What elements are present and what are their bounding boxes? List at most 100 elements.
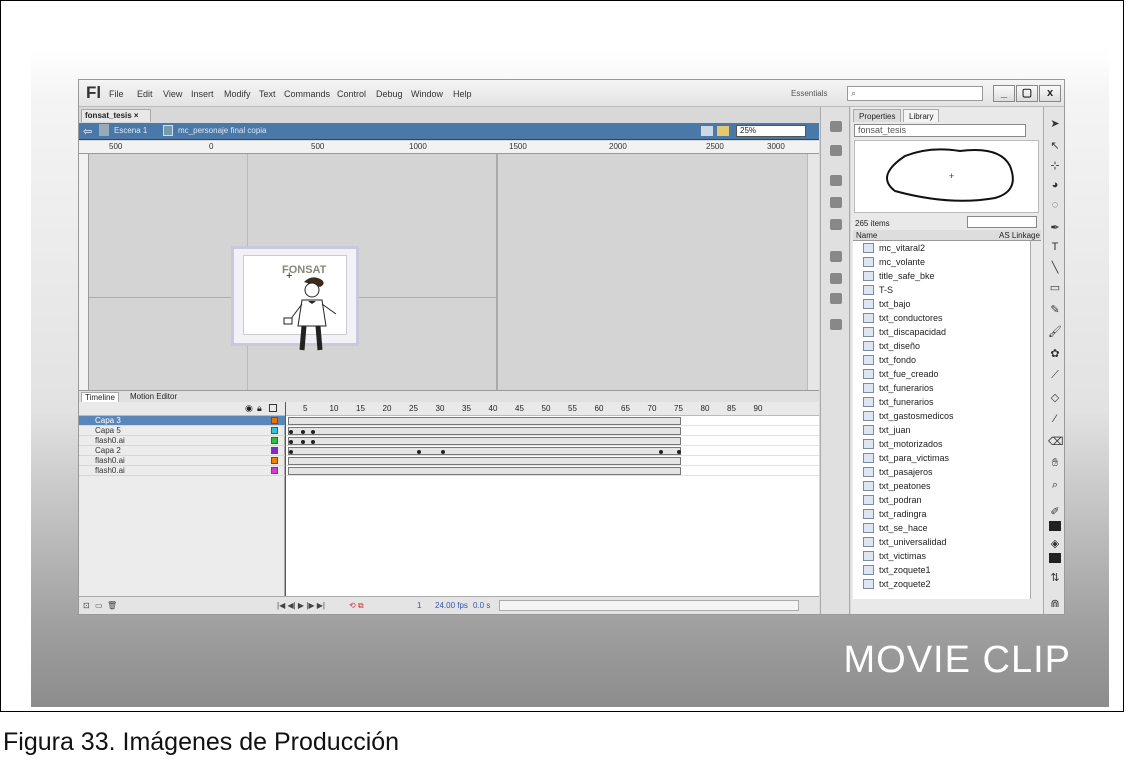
- brush-tool-icon[interactable]: 🖌︎: [1048, 325, 1062, 338]
- breadcrumb-scene[interactable]: Escena 1: [114, 126, 147, 135]
- onion-skin-icon[interactable]: ⟲ ⧉: [349, 601, 364, 611]
- menu-text[interactable]: Text: [259, 89, 276, 99]
- layer-color-swatch[interactable]: [271, 437, 278, 444]
- library-item[interactable]: mc_vitaral2: [863, 241, 1023, 255]
- components-icon[interactable]: [830, 273, 842, 284]
- menu-commands[interactable]: Commands: [284, 89, 330, 99]
- menu-help[interactable]: Help: [453, 89, 472, 99]
- library-item[interactable]: txt_fondo: [863, 353, 1023, 367]
- stroke-swatch[interactable]: [1049, 521, 1061, 531]
- back-arrow-icon[interactable]: ⇦: [83, 125, 92, 138]
- menu-window[interactable]: Window: [411, 89, 443, 99]
- eraser-tool-icon[interactable]: ⌫: [1048, 435, 1064, 448]
- layer-color-swatch[interactable]: [271, 417, 278, 424]
- library-item[interactable]: txt_peatones: [863, 479, 1023, 493]
- pen-tool-icon[interactable]: ✒: [1048, 221, 1062, 234]
- align-icon[interactable]: [830, 175, 842, 186]
- library-item[interactable]: title_safe_bke: [863, 269, 1023, 283]
- library-item[interactable]: txt_motorizados: [863, 437, 1023, 451]
- eyedropper-tool-icon[interactable]: ⁄: [1048, 413, 1062, 425]
- keyframe[interactable]: [311, 430, 315, 434]
- layer-color-swatch[interactable]: [271, 427, 278, 434]
- 3d-rotation-tool-icon[interactable]: ◕: [1048, 179, 1062, 191]
- info-icon[interactable]: [830, 197, 842, 208]
- lock-icon[interactable]: 🔒︎: [257, 403, 262, 414]
- delete-layer-icon[interactable]: 🗑︎: [107, 601, 117, 610]
- zoom-tool-icon[interactable]: ⌕: [1048, 479, 1062, 492]
- color-icon[interactable]: [830, 121, 842, 132]
- library-item[interactable]: txt_funerarios: [863, 395, 1023, 409]
- stroke-color-icon[interactable]: ✐: [1048, 505, 1062, 518]
- document-tab[interactable]: fonsat_tesis ×: [81, 109, 151, 122]
- workspace-switcher[interactable]: Essentials: [791, 89, 827, 98]
- frame-span[interactable]: [288, 417, 681, 425]
- timeline-hscrollbar[interactable]: [499, 600, 799, 611]
- library-item[interactable]: txt_para_victimas: [863, 451, 1023, 465]
- close-button[interactable]: x: [1039, 85, 1061, 102]
- minimize-button[interactable]: _: [993, 85, 1015, 102]
- layer-row[interactable]: Capa 5: [79, 426, 285, 436]
- library-item[interactable]: txt_zoquete2: [863, 577, 1023, 591]
- library-item[interactable]: txt_gastosmedicos: [863, 409, 1023, 423]
- snap-icon[interactable]: ⋒: [1048, 597, 1062, 610]
- breadcrumb-symbol[interactable]: mc_personaje final copia: [178, 126, 267, 135]
- layer-row[interactable]: flash0.ai: [79, 466, 285, 476]
- library-item[interactable]: txt_fue_creado: [863, 367, 1023, 381]
- selection-tool-icon[interactable]: ➤: [1048, 117, 1062, 130]
- library-item[interactable]: mc_volante: [863, 255, 1023, 269]
- bone-tool-icon[interactable]: ⟋: [1048, 369, 1062, 382]
- menu-insert[interactable]: Insert: [191, 89, 214, 99]
- menu-modify[interactable]: Modify: [224, 89, 251, 99]
- library-item[interactable]: txt_bajo: [863, 297, 1023, 311]
- library-item[interactable]: txt_victimas: [863, 549, 1023, 563]
- paint-bucket-tool-icon[interactable]: ◇: [1048, 391, 1062, 404]
- frame-span[interactable]: [288, 467, 681, 475]
- tab-library[interactable]: Library: [903, 109, 940, 122]
- frame-span[interactable]: [288, 437, 681, 445]
- keyframe[interactable]: [289, 450, 293, 454]
- layer-row[interactable]: flash0.ai: [79, 456, 285, 466]
- keyframe[interactable]: [289, 440, 293, 444]
- library-scrollbar[interactable]: [1030, 241, 1041, 599]
- new-folder-icon[interactable]: ▭: [95, 601, 103, 610]
- zoom-select[interactable]: 25%: [736, 125, 806, 137]
- new-layer-icon[interactable]: ⊡: [83, 601, 90, 610]
- layer-color-swatch[interactable]: [271, 467, 278, 474]
- tab-properties[interactable]: Properties: [853, 109, 902, 122]
- stage[interactable]: FONSAT +: [89, 154, 807, 390]
- library-document-select[interactable]: fonsat_tesis: [854, 124, 1026, 137]
- deco-tool-icon[interactable]: ✿: [1048, 347, 1062, 360]
- library-item[interactable]: txt_juan: [863, 423, 1023, 437]
- layer-row[interactable]: flash0.ai: [79, 436, 285, 446]
- motion-presets-icon[interactable]: [830, 293, 842, 304]
- code-snippets-icon[interactable]: [830, 251, 842, 262]
- subselection-tool-icon[interactable]: ↖: [1048, 139, 1062, 152]
- playback-controls-icon[interactable]: |◀ ◀| ▶ |▶ ▶|: [277, 601, 325, 610]
- fill-swatch[interactable]: [1049, 553, 1061, 563]
- library-item[interactable]: txt_discapacidad: [863, 325, 1023, 339]
- help-search-input[interactable]: ⌕: [847, 86, 983, 101]
- library-search-input[interactable]: [967, 216, 1037, 228]
- playhead[interactable]: [285, 402, 286, 596]
- menu-debug[interactable]: Debug: [376, 89, 403, 99]
- layer-color-swatch[interactable]: [271, 447, 278, 454]
- library-item[interactable]: txt_radingra: [863, 507, 1023, 521]
- history-icon[interactable]: [830, 319, 842, 330]
- rectangle-tool-icon[interactable]: ▭: [1048, 281, 1062, 294]
- free-transform-tool-icon[interactable]: ⊹: [1048, 159, 1062, 172]
- keyframe[interactable]: [311, 440, 315, 444]
- menu-edit[interactable]: Edit: [137, 89, 153, 99]
- restore-button[interactable]: ▢: [1016, 85, 1038, 102]
- keyframe[interactable]: [301, 440, 305, 444]
- library-item[interactable]: txt_pasajeros: [863, 465, 1023, 479]
- frame-span[interactable]: [288, 447, 681, 455]
- library-item[interactable]: txt_zoquete1: [863, 563, 1023, 577]
- frame-span[interactable]: [288, 457, 681, 465]
- line-tool-icon[interactable]: ╲: [1048, 261, 1062, 274]
- library-item[interactable]: txt_universalidad: [863, 535, 1023, 549]
- layer-color-swatch[interactable]: [271, 457, 278, 464]
- library-item[interactable]: txt_funerarios: [863, 381, 1023, 395]
- keyframe[interactable]: [417, 450, 421, 454]
- keyframe[interactable]: [659, 450, 663, 454]
- pencil-tool-icon[interactable]: ✎: [1048, 303, 1062, 316]
